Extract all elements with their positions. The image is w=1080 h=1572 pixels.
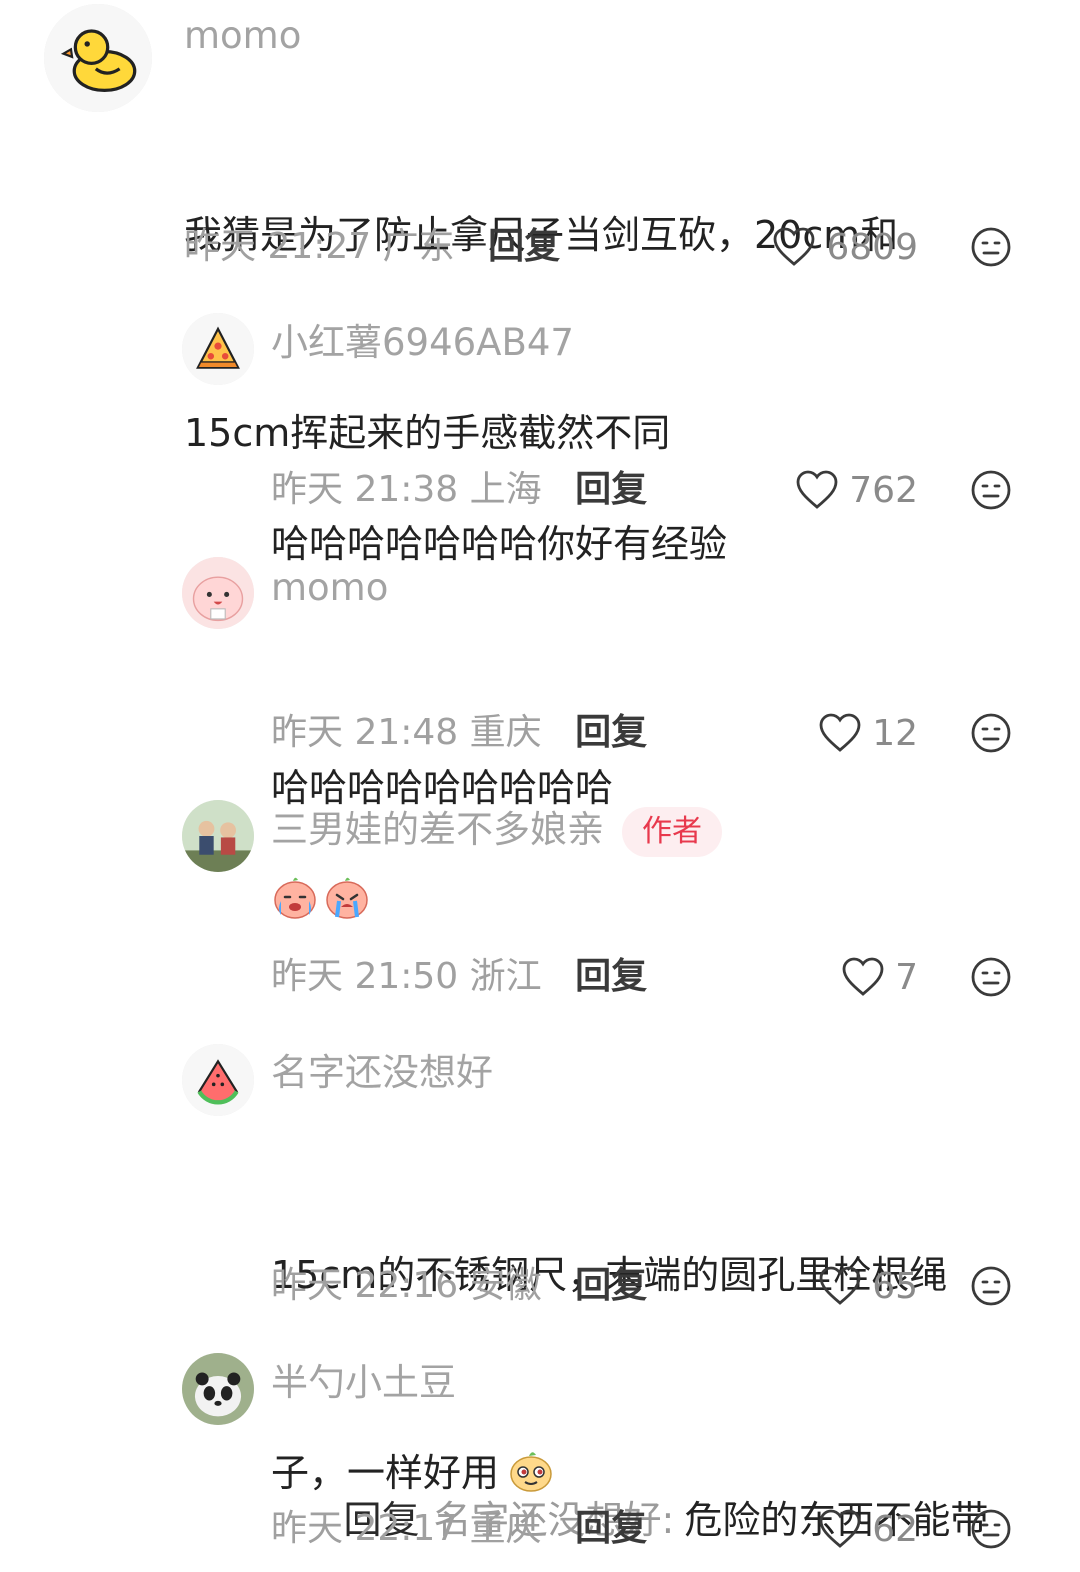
meh-face-icon[interactable] (970, 956, 1012, 998)
comment-time: 昨天 21:38 (271, 469, 459, 510)
duck-avatar[interactable] (44, 4, 152, 112)
reply-button[interactable]: 回复 (575, 956, 647, 997)
meh-face-icon[interactable] (970, 1265, 1012, 1307)
like-count: 62 (872, 1508, 918, 1550)
crying-face-emoji (326, 877, 368, 919)
comment-author[interactable]: 半勺小土豆 (271, 1361, 456, 1405)
watermelon-avatar[interactable] (182, 1044, 254, 1116)
comment-author[interactable]: 三男娃的差不多娘亲 (271, 808, 604, 851)
comment-meta: 昨天 22:16 安徽 回复 (271, 1264, 647, 1308)
comment-meta: 昨天 21:48 重庆 回复 (271, 711, 647, 755)
comment-region: 上海 (469, 469, 542, 510)
comment-author-row: 三男娃的差不多娘亲 作者 (271, 804, 722, 857)
reply-button[interactable]: 回复 (488, 226, 560, 267)
comment-meta: 昨天 22:17 重庆 回复 (271, 1507, 647, 1551)
comment-region: 浙江 (469, 956, 542, 997)
reply-button[interactable]: 回复 (575, 1508, 647, 1549)
like-button[interactable]: 12 (818, 711, 918, 755)
kids-photo-avatar[interactable] (182, 800, 254, 872)
comment-author[interactable]: momo (184, 14, 301, 58)
duck-avatar-icon (44, 4, 152, 112)
reply-button[interactable]: 回复 (575, 1265, 647, 1306)
panda-avatar[interactable] (182, 1353, 254, 1425)
comment-time: 昨天 21:50 (271, 956, 459, 997)
comment-thread: momo 我猜是为了防止拿尺子当剑互砍，20cm和 15cm挥起来的手感截然不同… (0, 0, 1080, 1572)
pizza-avatar[interactable] (182, 313, 254, 385)
meh-face-icon[interactable] (970, 712, 1012, 754)
heart-outline-icon (819, 1266, 861, 1305)
comment-time: 昨天 22:16 (271, 1265, 459, 1306)
like-count: 12 (872, 712, 918, 754)
pizza-avatar-icon (182, 313, 254, 385)
panda-avatar-icon (182, 1353, 254, 1425)
like-button[interactable]: 62 (818, 1507, 918, 1551)
like-count: 65 (872, 1265, 918, 1307)
comment-time: 昨天 21:48 (271, 712, 459, 753)
like-count: 7 (895, 956, 918, 998)
like-button[interactable]: 762 (795, 468, 918, 512)
like-count: 6809 (826, 226, 918, 268)
heart-outline-icon (842, 957, 884, 996)
heart-outline-icon (819, 1509, 861, 1548)
reply-button[interactable]: 回复 (575, 712, 647, 753)
like-button[interactable]: 6809 (772, 225, 918, 269)
comment-meta: 昨天 21:38 上海 回复 (271, 468, 647, 512)
meh-face-icon[interactable] (970, 226, 1012, 268)
comment-region: 安徽 (469, 1265, 542, 1306)
comment-region: 广东 (382, 226, 455, 267)
meh-face-icon[interactable] (970, 469, 1012, 511)
kids-photo-avatar-icon (182, 800, 254, 872)
crying-face-emoji (274, 877, 316, 919)
heart-outline-icon (796, 470, 838, 509)
watermelon-avatar-icon (182, 1044, 254, 1116)
comment-author[interactable]: 小红薯6946AB47 (271, 321, 574, 365)
comment-time: 昨天 22:17 (271, 1508, 459, 1549)
comment-meta: 昨天 21:27 广东 回复 (184, 225, 560, 269)
pink-character-avatar[interactable] (182, 557, 254, 629)
comment-region: 重庆 (469, 712, 542, 753)
comment-time: 昨天 21:27 (184, 226, 372, 267)
meh-face-icon[interactable] (970, 1508, 1012, 1550)
heart-outline-icon (773, 227, 815, 266)
comment-emojis (271, 873, 371, 921)
pink-character-avatar-icon (182, 557, 254, 629)
comment-author[interactable]: 名字还没想好 (271, 1051, 493, 1095)
comment-author[interactable]: momo (271, 566, 388, 610)
like-count: 762 (849, 469, 918, 511)
reply-button[interactable]: 回复 (575, 469, 647, 510)
like-button[interactable]: 7 (841, 955, 918, 999)
like-button[interactable]: 65 (818, 1264, 918, 1308)
comment-meta: 昨天 21:50 浙江 回复 (271, 955, 647, 999)
heart-outline-icon (819, 713, 861, 752)
author-badge: 作者 (622, 806, 722, 857)
comment-region: 重庆 (469, 1508, 542, 1549)
